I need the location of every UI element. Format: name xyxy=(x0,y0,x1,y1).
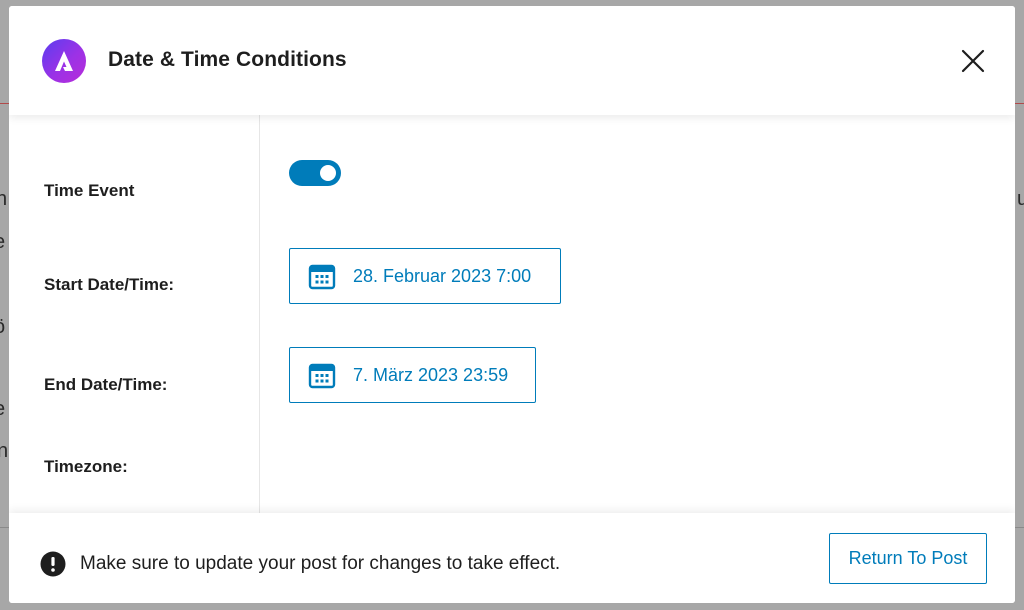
close-button[interactable] xyxy=(959,47,987,75)
astra-logo-icon xyxy=(42,39,86,83)
date-time-conditions-modal: Date & Time Conditions Time Event Start … xyxy=(9,6,1015,603)
column-divider xyxy=(259,115,260,513)
end-date-value: 7. März 2023 23:59 xyxy=(353,364,509,385)
start-date-label: Start Date/Time: xyxy=(44,275,175,294)
close-icon xyxy=(961,49,985,73)
background-text: u xyxy=(1017,188,1024,210)
calendar-icon xyxy=(307,261,337,291)
background-text: h xyxy=(0,188,8,210)
background-text: e xyxy=(0,398,5,421)
calendar-icon xyxy=(307,360,337,390)
update-notice: Make sure to update your post for change… xyxy=(80,553,561,574)
background-divider xyxy=(1015,103,1024,104)
background-divider xyxy=(0,103,9,104)
modal-title: Date & Time Conditions xyxy=(108,48,347,71)
background-text: ö xyxy=(0,316,5,339)
start-date-button[interactable]: 28. Februar 2023 7:00 xyxy=(289,248,561,304)
end-date-button[interactable]: 7. März 2023 23:59 xyxy=(289,347,536,403)
background-divider xyxy=(0,527,9,528)
background-divider xyxy=(1015,527,1024,528)
start-date-value: 28. Februar 2023 7:00 xyxy=(353,265,532,286)
modal-footer: Make sure to update your post for change… xyxy=(9,513,1015,603)
modal-body: Time Event Start Date/Time: 28. Februar … xyxy=(9,115,1015,513)
background-text: n xyxy=(0,440,9,462)
modal-header: Date & Time Conditions xyxy=(9,6,1015,115)
time-event-label: Time Event xyxy=(44,181,135,200)
end-date-label: End Date/Time: xyxy=(44,375,168,394)
toggle-knob xyxy=(320,165,336,181)
timezone-label: Timezone: xyxy=(44,457,128,476)
time-event-toggle[interactable] xyxy=(289,160,341,186)
background-text: e xyxy=(0,231,5,254)
return-to-post-button[interactable]: Return To Post xyxy=(829,533,987,584)
exclamation-circle-icon xyxy=(40,551,66,577)
